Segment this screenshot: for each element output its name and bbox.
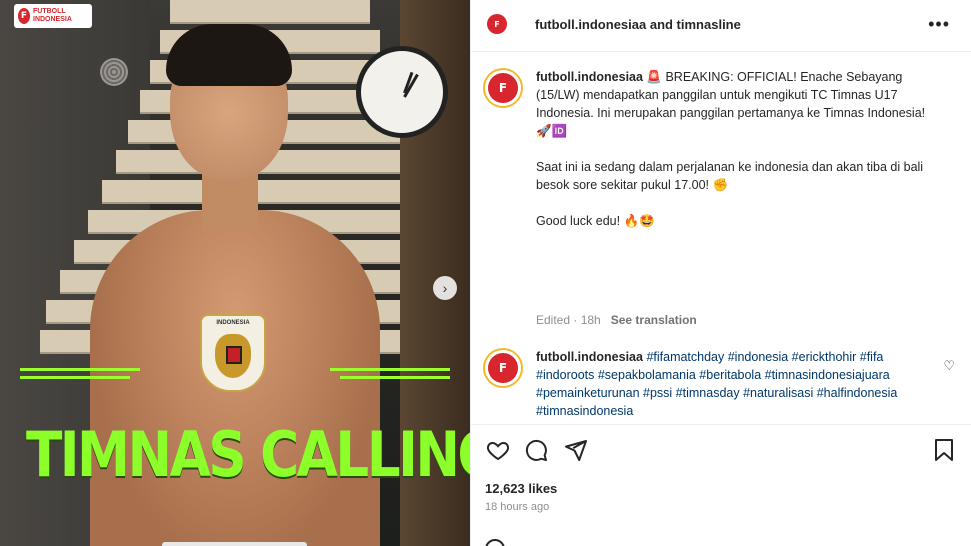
- post-actions: 12,623 likes 18 hours ago: [471, 424, 971, 546]
- decor-line-right: [340, 376, 450, 379]
- crest-label: INDONESIA: [216, 320, 250, 326]
- avatar[interactable]: F: [485, 12, 509, 36]
- decor-line-right: [330, 368, 450, 371]
- post-details-panel: F futboll.indonesiaa and timnasline ••• …: [470, 0, 971, 546]
- post-timestamp: 18 hours ago: [485, 501, 550, 513]
- comment-username[interactable]: futboll.indonesiaa: [536, 350, 643, 364]
- emoji-icon[interactable]: [485, 539, 505, 546]
- avatar[interactable]: F: [483, 68, 523, 108]
- bookmark-icon[interactable]: [931, 437, 957, 463]
- heart-icon[interactable]: [485, 437, 511, 463]
- decor-line-left: [20, 376, 130, 379]
- send-icon[interactable]: [563, 437, 589, 463]
- caption-paragraph-3: Good luck edu! 🔥🤩: [536, 214, 655, 228]
- brand-logo: F FUTBOLL INDONESIA: [14, 4, 92, 28]
- media-bottom-indicator: [162, 542, 307, 546]
- comment-icon[interactable]: [523, 437, 549, 463]
- avatar[interactable]: F: [483, 348, 523, 388]
- edited-timestamp: Edited · 18h: [536, 313, 601, 327]
- chevron-right-icon[interactable]: ›: [433, 276, 457, 300]
- like-count[interactable]: 12,623 likes: [485, 481, 557, 496]
- more-horizontal-icon[interactable]: •••: [928, 14, 950, 35]
- comment-like-heart-icon[interactable]: ♡: [943, 358, 955, 374]
- headline-text: TIMNAS CALLING: [26, 418, 470, 491]
- brand-mark-icon: F: [18, 8, 30, 24]
- caption-username[interactable]: futboll.indonesiaa: [536, 70, 643, 84]
- brand-logo-text: FUTBOLL INDONESIA: [33, 8, 72, 23]
- post-author-title[interactable]: futboll.indonesiaa and timnasline: [535, 17, 741, 32]
- hashtag-comment-text: futboll.indonesiaa #fifamatchday #indone…: [536, 348, 936, 420]
- caption-text: futboll.indonesiaa 🚨 BREAKING: OFFICIAL!…: [536, 68, 936, 230]
- post-media[interactable]: F FUTBOLL INDONESIA INDONESIA TIMNAS CAL…: [0, 0, 470, 546]
- garuda-crest-icon: INDONESIA: [200, 314, 266, 392]
- see-translation-link[interactable]: See translation: [611, 313, 697, 327]
- post-header: F futboll.indonesiaa and timnasline •••: [471, 0, 971, 52]
- decor-line-left: [20, 368, 140, 371]
- caption-meta: Edited · 18h See translation: [536, 313, 697, 327]
- caption-paragraph-2: Saat ini ia sedang dalam perjalanan ke i…: [536, 160, 924, 192]
